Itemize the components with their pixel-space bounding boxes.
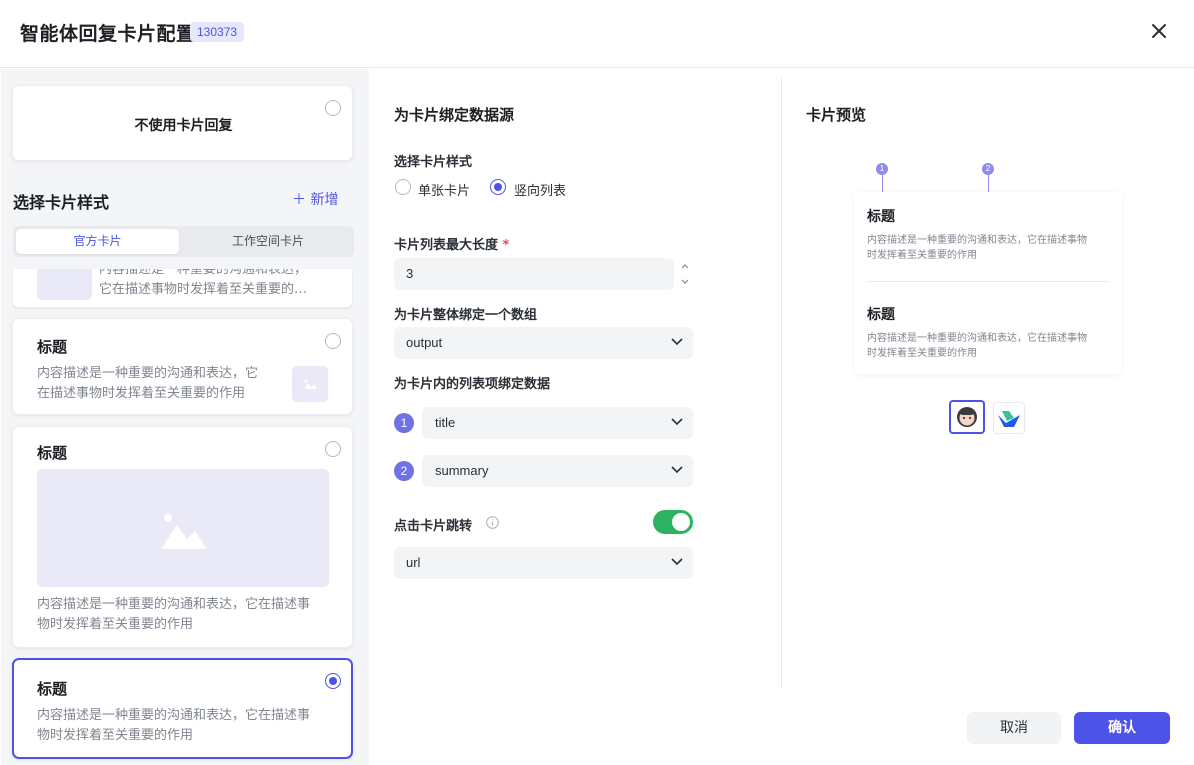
card-style-panel: 不使用卡片回复 选择卡片样式 ＋ 新增 官方卡片 工作空间卡片 内容描述是一种重… (1, 69, 369, 765)
image-icon (292, 366, 328, 402)
item-number-badge: 2 (394, 461, 414, 481)
preview-panel: 卡片预览 1 2 标题 内容描述是一种重要的沟通和表达，它在描述事物 时发挥着至… (782, 69, 1194, 765)
confirm-button[interactable]: 确认 (1074, 712, 1170, 744)
item-number-badge: 1 (394, 413, 414, 433)
card-desc-line1: 内容描述是一种重要的沟通和表达，它在描述事 (37, 597, 311, 612)
chevron-down-icon (671, 338, 683, 346)
no-card-option[interactable]: 不使用卡片回复 (12, 85, 353, 161)
option-vertical-list[interactable]: 竖向列表 (514, 180, 566, 199)
card-desc-line2: 在描述事物时发挥着至关重要的作用 (37, 386, 246, 401)
style-label: 选择卡片样式 (394, 155, 473, 170)
card-desc-line1: 内容描述是一种重要的沟通和表达，它 (37, 366, 259, 381)
card-image-placeholder (37, 269, 92, 300)
array-select-value: output (406, 335, 443, 350)
url-select[interactable]: url (394, 547, 693, 579)
image-icon (37, 469, 329, 587)
array-select[interactable]: output (394, 327, 693, 359)
title-field-select[interactable]: title (422, 407, 693, 439)
chevron-down-icon (671, 466, 683, 474)
max-length-input[interactable]: 3 (394, 258, 674, 290)
card-option-thumb[interactable]: 标题 内容描述是一种重要的沟通和表达，它 在描述事物时发挥着至关重要的作用 (12, 318, 353, 415)
feishu-channel-option[interactable] (993, 402, 1025, 434)
section-title: 选择卡片样式 (13, 193, 110, 212)
card-option-compact[interactable]: 内容描述是一种重要的沟通和表达， 它在描述事物时发挥着至关重要的… (12, 269, 353, 308)
dialog-header: 智能体回复卡片配置 130373 (0, 0, 1194, 68)
option-single-card[interactable]: 单张卡片 (418, 180, 470, 199)
pin-marker: 2 (982, 163, 994, 175)
card-desc-line2: 它在描述事物时发挥着至关重要的… (99, 282, 308, 297)
add-new-button[interactable]: ＋ 新增 (292, 189, 338, 209)
datasource-heading: 为卡片绑定数据源 (394, 106, 515, 124)
card-desc-line2: 物时发挥着至关重要的作用 (37, 617, 194, 632)
radio-single-card[interactable] (395, 179, 411, 195)
avatar-channel-option[interactable] (949, 400, 985, 434)
card-clip: 内容描述是一种重要的沟通和表达， 它在描述事物时发挥着至关重要的… (12, 269, 353, 309)
title-field-value: title (435, 415, 456, 430)
summary-field-select[interactable]: summary (422, 455, 693, 487)
array-label: 为卡片整体绑定一个数组 (394, 308, 538, 323)
tab-workspace[interactable]: 工作空间卡片 (185, 229, 351, 254)
info-icon[interactable] (486, 516, 499, 529)
item-binding-label: 为卡片内的列表项绑定数据 (394, 377, 551, 392)
preview-divider (867, 281, 1109, 282)
card-jump-toggle[interactable] (653, 510, 693, 534)
card-radio[interactable] (325, 333, 341, 349)
close-icon[interactable] (1148, 20, 1170, 42)
card-desc-line1: 内容描述是一种重要的沟通和表达，它在描述事 (37, 708, 311, 723)
summary-field-value: summary (435, 463, 489, 478)
preview-item-desc-line2: 时发挥着至关重要的作用 (867, 348, 977, 359)
avatar-icon (957, 407, 977, 427)
cancel-button[interactable]: 取消 (967, 712, 1061, 744)
preview-item-title: 标题 (867, 209, 895, 225)
card-option-image[interactable]: 标题 内容描述是一种重要的沟通和表达，它在描述事 物时发挥着至关重要的作用 (12, 426, 353, 648)
required-mark: * (502, 238, 510, 253)
feishu-logo-icon (998, 411, 1020, 427)
card-preview: 标题 内容描述是一种重要的沟通和表达，它在描述事物 时发挥着至关重要的作用 标题… (854, 192, 1122, 374)
max-length-label: 卡片列表最大长度 * (394, 238, 510, 253)
id-badge: 130373 (190, 22, 245, 42)
card-desc-line1: 内容描述是一种重要的沟通和表达， (99, 269, 308, 277)
datasource-panel: 为卡片绑定数据源 选择卡片样式 单张卡片 竖向列表 卡片列表最大长度 * 3 为… (370, 69, 781, 765)
chevron-down-icon (671, 558, 683, 566)
dialog-title: 智能体回复卡片配置 (20, 23, 196, 45)
url-select-value: url (406, 555, 421, 570)
preview-item-title: 标题 (867, 307, 895, 323)
card-title: 标题 (37, 338, 68, 356)
preview-item-desc-line2: 时发挥着至关重要的作用 (867, 250, 977, 261)
card-desc-line2: 物时发挥着至关重要的作用 (37, 728, 194, 743)
no-card-label: 不使用卡片回复 (134, 118, 233, 134)
preview-item-desc-line1: 内容描述是一种重要的沟通和表达，它在描述事物 (867, 235, 1087, 246)
card-radio-selected[interactable] (325, 673, 341, 689)
no-card-radio[interactable] (325, 100, 341, 116)
card-title: 标题 (37, 444, 68, 462)
card-tabs: 官方卡片 工作空间卡片 (13, 226, 354, 257)
pin-marker: 1 (876, 163, 888, 175)
card-radio[interactable] (325, 441, 341, 457)
radio-vertical-list[interactable] (490, 179, 506, 195)
card-title: 标题 (37, 680, 68, 698)
preview-item-desc-line1: 内容描述是一种重要的沟通和表达，它在描述事物 (867, 333, 1087, 344)
number-stepper-icon[interactable] (679, 260, 691, 288)
tab-official[interactable]: 官方卡片 (16, 229, 179, 254)
preview-heading: 卡片预览 (806, 106, 867, 124)
chevron-down-icon (671, 418, 683, 426)
card-jump-label: 点击卡片跳转 (394, 519, 473, 534)
card-option-text-selected[interactable]: 标题 内容描述是一种重要的沟通和表达，它在描述事 物时发挥着至关重要的作用 (12, 658, 353, 759)
